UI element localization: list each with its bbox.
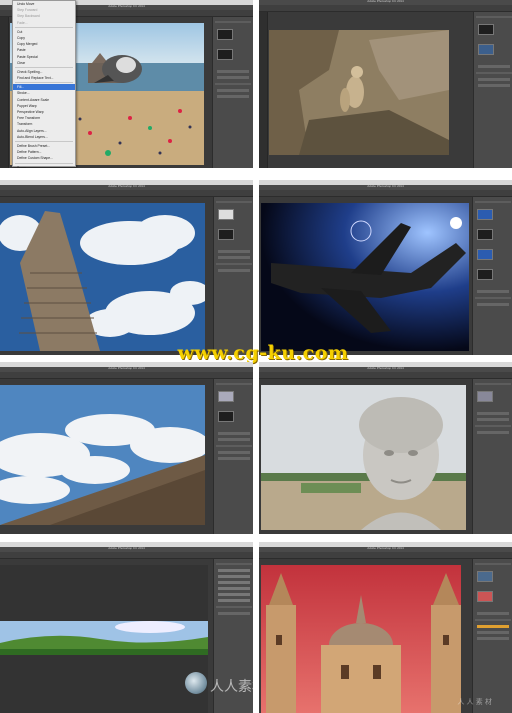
logo-text: 人人素材 — [210, 679, 253, 695]
screenshot-green-landscape: Adobe Photoshop CC 2014 人人素材 — [0, 542, 253, 713]
menu-separator — [15, 162, 73, 164]
layer-mask-thumbnail[interactable] — [218, 411, 234, 422]
panels-column[interactable] — [213, 379, 253, 534]
clouds-image — [0, 385, 210, 525]
layer-thumbnail[interactable] — [218, 209, 234, 220]
panels-column[interactable] — [473, 12, 512, 168]
document-canvas[interactable] — [0, 385, 210, 525]
panels-column[interactable] — [472, 197, 512, 355]
screenshot-clouds-slope: Adobe Photoshop CC 2014 — [0, 362, 253, 534]
menu-item[interactable]: Find and Replace Text... — [13, 75, 75, 81]
window-title: Adobe Photoshop CC 2014 — [367, 547, 404, 550]
menu-item[interactable]: Fade... — [13, 20, 75, 26]
menu-separator — [15, 82, 73, 84]
options-bar[interactable] — [259, 190, 512, 197]
panels-column[interactable] — [472, 379, 512, 534]
edit-menu[interactable]: Undo Move Step Forward Step Backward Fade..… — [12, 0, 76, 168]
layer-thumbnail[interactable] — [478, 44, 494, 55]
layer-thumbnail[interactable] — [477, 229, 493, 240]
document-canvas[interactable] — [261, 565, 461, 713]
window-title: Adobe Photoshop CC 2014 — [108, 547, 145, 550]
layer-thumbnail[interactable] — [218, 391, 234, 402]
screenshot-statue-garden: Adobe Photoshop CC 2014 — [259, 362, 512, 534]
layer-thumbnail[interactable] — [477, 209, 493, 220]
layer-thumbnail[interactable] — [217, 49, 233, 60]
panels-column[interactable] — [472, 559, 512, 713]
ghost-watermark: 人 人 素 材 — [457, 698, 492, 706]
screenshot-squirrel-rock: Adobe Photoshop CC 2014 — [259, 0, 512, 168]
menu-item[interactable]: Define Custom Shape... — [13, 155, 75, 161]
document-canvas[interactable] — [0, 203, 210, 351]
document-canvas[interactable] — [261, 385, 466, 530]
layer-thumbnail[interactable] — [217, 29, 233, 40]
window-title: Adobe Photoshop CC 2014 — [108, 367, 145, 370]
window-title: Adobe Photoshop CC 2014 — [367, 367, 404, 370]
basilica-image — [261, 565, 461, 713]
window-title: Adobe Photoshop CC 2014 — [108, 185, 145, 188]
statue-image — [261, 385, 466, 530]
menu-separator — [15, 66, 73, 68]
screenshot-basilica-sunset: Adobe Photoshop CC 2014 人 人 素 材 — [259, 542, 512, 713]
tools-panel[interactable] — [0, 17, 9, 168]
menu-item[interactable]: Purge — [13, 165, 75, 169]
airplane-image — [261, 203, 469, 351]
panels-column[interactable] — [213, 197, 253, 355]
flatiron-image — [0, 203, 210, 351]
layer-thumbnail[interactable] — [478, 24, 494, 35]
layer-thumbnail[interactable] — [477, 269, 493, 280]
layer-mask-thumbnail[interactable] — [218, 229, 234, 240]
options-bar[interactable] — [0, 190, 253, 197]
watermark-text: www.cg-ku.com — [177, 342, 349, 364]
landscape-image — [0, 565, 208, 713]
layer-thumbnail[interactable] — [477, 391, 493, 402]
window-title: Adobe Photoshop CC 2014 — [367, 185, 404, 188]
menu-item[interactable]: Clear — [13, 60, 75, 66]
screenshot-seagull-beach: Adobe Photoshop CC 2014 Undo Move Step F… — [0, 0, 253, 168]
options-bar[interactable] — [259, 372, 512, 379]
tools-panel[interactable] — [259, 12, 268, 168]
menu-item[interactable]: Auto-Blend Layers... — [13, 134, 75, 140]
site-logo-icon — [185, 672, 207, 694]
options-bar[interactable] — [259, 552, 512, 559]
menu-separator — [15, 26, 73, 28]
screenshot-airplane-glow: Adobe Photoshop CC 2014 — [259, 180, 512, 355]
edit-menu-list[interactable]: Undo Move Step Forward Step Backward Fade..… — [13, 1, 75, 168]
menu-separator — [15, 140, 73, 142]
document-canvas[interactable] — [269, 30, 449, 155]
screenshot-flatiron-sky: Adobe Photoshop CC 2014 — [0, 180, 253, 355]
squirrel-image — [269, 30, 449, 155]
document-canvas[interactable] — [0, 565, 208, 713]
window-title: Adobe Photoshop CC 2014 — [367, 0, 404, 3]
document-canvas[interactable] — [261, 203, 469, 351]
options-bar[interactable] — [0, 552, 253, 559]
layer-thumbnail[interactable] — [477, 571, 493, 582]
panels-column[interactable] — [212, 17, 253, 168]
options-bar[interactable] — [0, 372, 253, 379]
layer-thumbnail[interactable] — [477, 249, 493, 260]
layer-thumbnail[interactable] — [477, 591, 493, 602]
options-bar[interactable] — [259, 5, 512, 12]
